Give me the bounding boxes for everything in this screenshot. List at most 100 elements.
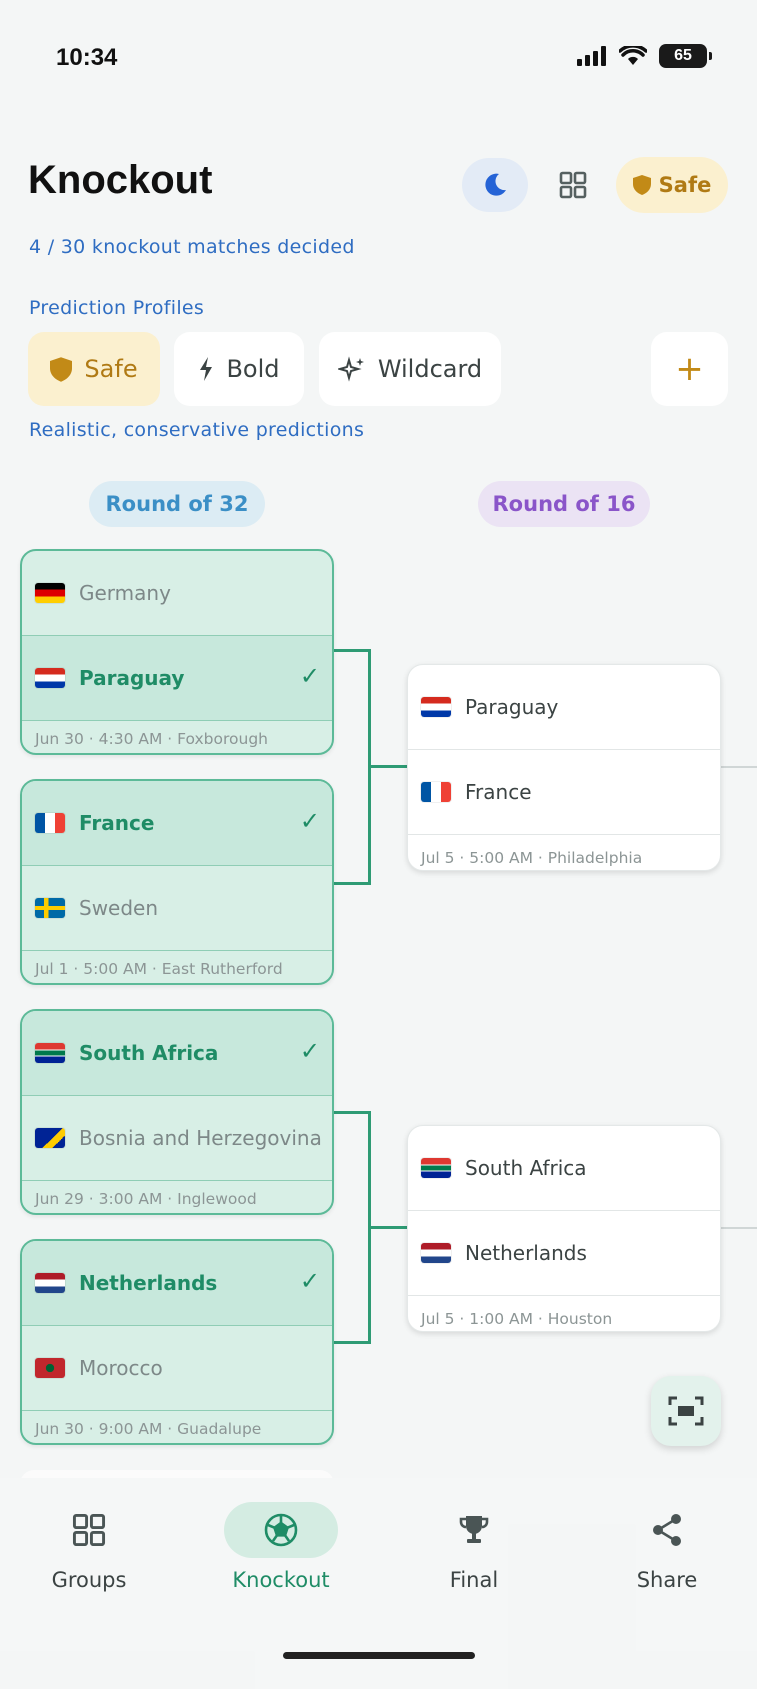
fit-screen-icon (668, 1396, 704, 1426)
match-meta: Jun 29 · 3:00 AM · Inglewood (35, 1190, 257, 1208)
status-icons: 65 (577, 44, 712, 68)
profile-badge[interactable]: Safe (616, 157, 728, 213)
match-card-r32-1[interactable]: Germany Paraguay ✓ Jun 30 · 4:30 AM · Fox… (20, 549, 334, 755)
profile-wildcard[interactable]: Wildcard (319, 332, 501, 406)
team-row[interactable]: Paraguay (408, 665, 720, 750)
team-name: Netherlands (79, 1271, 218, 1295)
share-icon (653, 1514, 681, 1546)
match-meta: Jun 30 · 4:30 AM · Foxborough (35, 730, 269, 748)
team-name: Germany (79, 581, 171, 605)
match-meta: Jul 1 · 5:00 AM · East Rutherford (35, 960, 283, 978)
dark-mode-toggle[interactable] (462, 158, 528, 212)
moon-icon (485, 173, 506, 196)
team-name: Netherlands (465, 1241, 587, 1265)
profiles-heading: Prediction Profiles (29, 297, 205, 319)
nav-knockout[interactable]: Knockout (206, 1502, 356, 1592)
team-row-winner[interactable]: South Africa ✓ (22, 1011, 332, 1096)
team-name: Morocco (79, 1356, 163, 1380)
fit-screen-button[interactable] (651, 1376, 721, 1446)
nav-groups[interactable]: Groups (14, 1502, 164, 1592)
team-name: Paraguay (465, 695, 559, 719)
team-name: Sweden (79, 896, 159, 920)
team-row[interactable]: Germany (22, 551, 332, 636)
nav-icon-wrap (32, 1502, 146, 1558)
nav-icon-wrap (224, 1502, 338, 1558)
nav-final[interactable]: Final (399, 1502, 549, 1592)
france-flag-icon (421, 782, 451, 802)
bosnia-flag-icon (35, 1128, 65, 1148)
grid-view-button[interactable] (548, 158, 598, 212)
shield-icon (632, 175, 651, 195)
team-row-winner[interactable]: France ✓ (22, 781, 332, 866)
cellular-signal-icon (577, 46, 606, 66)
round-of-32-header[interactable]: Round of 32 (89, 481, 265, 527)
nav-label: Share (636, 1568, 698, 1592)
profile-safe[interactable]: Safe (28, 332, 160, 406)
bracket-connector (334, 1341, 371, 1344)
wifi-icon (619, 46, 647, 65)
shield-icon (50, 356, 73, 382)
nav-label: Groups (51, 1568, 127, 1592)
south-africa-flag-icon (35, 1043, 65, 1063)
nav-share[interactable]: Share (592, 1502, 742, 1592)
sparkle-icon (337, 356, 364, 382)
team-name: Paraguay (79, 666, 185, 690)
decided-count: 4 / 30 knockout matches decided (29, 236, 355, 258)
south-africa-flag-icon (421, 1158, 451, 1178)
profile-label: Safe (84, 355, 138, 383)
profile-label: Bold (226, 355, 280, 383)
team-row-winner[interactable]: Netherlands ✓ (22, 1241, 332, 1326)
nav-label: Final (449, 1568, 499, 1592)
paraguay-flag-icon (421, 697, 451, 717)
match-card-r32-2[interactable]: France ✓ Sweden Jul 1 · 5:00 AM · East Ru… (20, 779, 334, 985)
team-name: France (465, 780, 532, 804)
team-row[interactable]: South Africa (408, 1126, 720, 1211)
nav-icon-wrap (417, 1502, 531, 1558)
status-time: 10:34 (56, 44, 118, 71)
bracket-connector (721, 766, 757, 768)
profile-label: Wildcard (377, 355, 483, 383)
match-meta: Jun 30 · 9:00 AM · Guadalupe (35, 1420, 262, 1438)
bracket-connector (368, 1226, 407, 1229)
team-row[interactable]: Sweden (22, 866, 332, 951)
team-row[interactable]: Netherlands (408, 1211, 720, 1296)
round-of-16-header[interactable]: Round of 16 (478, 481, 650, 527)
match-card-r16-2[interactable]: South Africa Netherlands Jul 5 · 1:00 AM… (407, 1125, 721, 1332)
team-name: South Africa (79, 1041, 219, 1065)
match-meta: Jul 5 · 1:00 AM · Houston (421, 1310, 613, 1328)
battery-indicator: 65 (659, 44, 712, 68)
nav-icon-wrap (610, 1502, 724, 1558)
profile-description: Realistic, conservative predictions (29, 419, 365, 441)
team-row-winner[interactable]: Paraguay ✓ (22, 636, 332, 721)
bracket-connector (368, 765, 407, 768)
team-row[interactable]: Morocco (22, 1326, 332, 1411)
bracket-connector (334, 882, 371, 885)
team-name: France (79, 811, 155, 835)
bracket-connector (334, 649, 371, 652)
profile-badge-label: Safe (658, 173, 712, 197)
morocco-flag-icon (35, 1358, 65, 1378)
netherlands-flag-icon (421, 1243, 451, 1263)
team-row[interactable]: France (408, 750, 720, 835)
check-icon: ✓ (299, 662, 320, 690)
add-profile-button[interactable]: + (651, 332, 728, 406)
match-card-r16-1[interactable]: Paraguay France Jul 5 · 5:00 AM · Philad… (407, 664, 721, 871)
nav-label: Knockout (232, 1568, 330, 1592)
match-card-r32-3[interactable]: South Africa ✓ Bosnia and Herzegovina Jun… (20, 1009, 334, 1215)
match-card-r32-4[interactable]: Netherlands ✓ Morocco Jun 30 · 9:00 AM · … (20, 1239, 334, 1445)
france-flag-icon (35, 813, 65, 833)
check-icon: ✓ (299, 807, 320, 835)
bolt-icon (200, 357, 213, 381)
match-meta: Jul 5 · 5:00 AM · Philadelphia (421, 849, 643, 867)
trophy-icon (459, 1516, 489, 1543)
home-indicator (283, 1652, 475, 1659)
grid-icon (72, 1513, 106, 1547)
netherlands-flag-icon (35, 1273, 65, 1293)
team-row[interactable]: Bosnia and Herzegovina (22, 1096, 332, 1181)
check-icon: ✓ (299, 1037, 320, 1065)
page-title: Knockout (28, 158, 213, 202)
team-name: South Africa (465, 1156, 587, 1180)
paraguay-flag-icon (35, 668, 65, 688)
profile-bold[interactable]: Bold (174, 332, 304, 406)
bracket-connector (334, 1111, 371, 1114)
